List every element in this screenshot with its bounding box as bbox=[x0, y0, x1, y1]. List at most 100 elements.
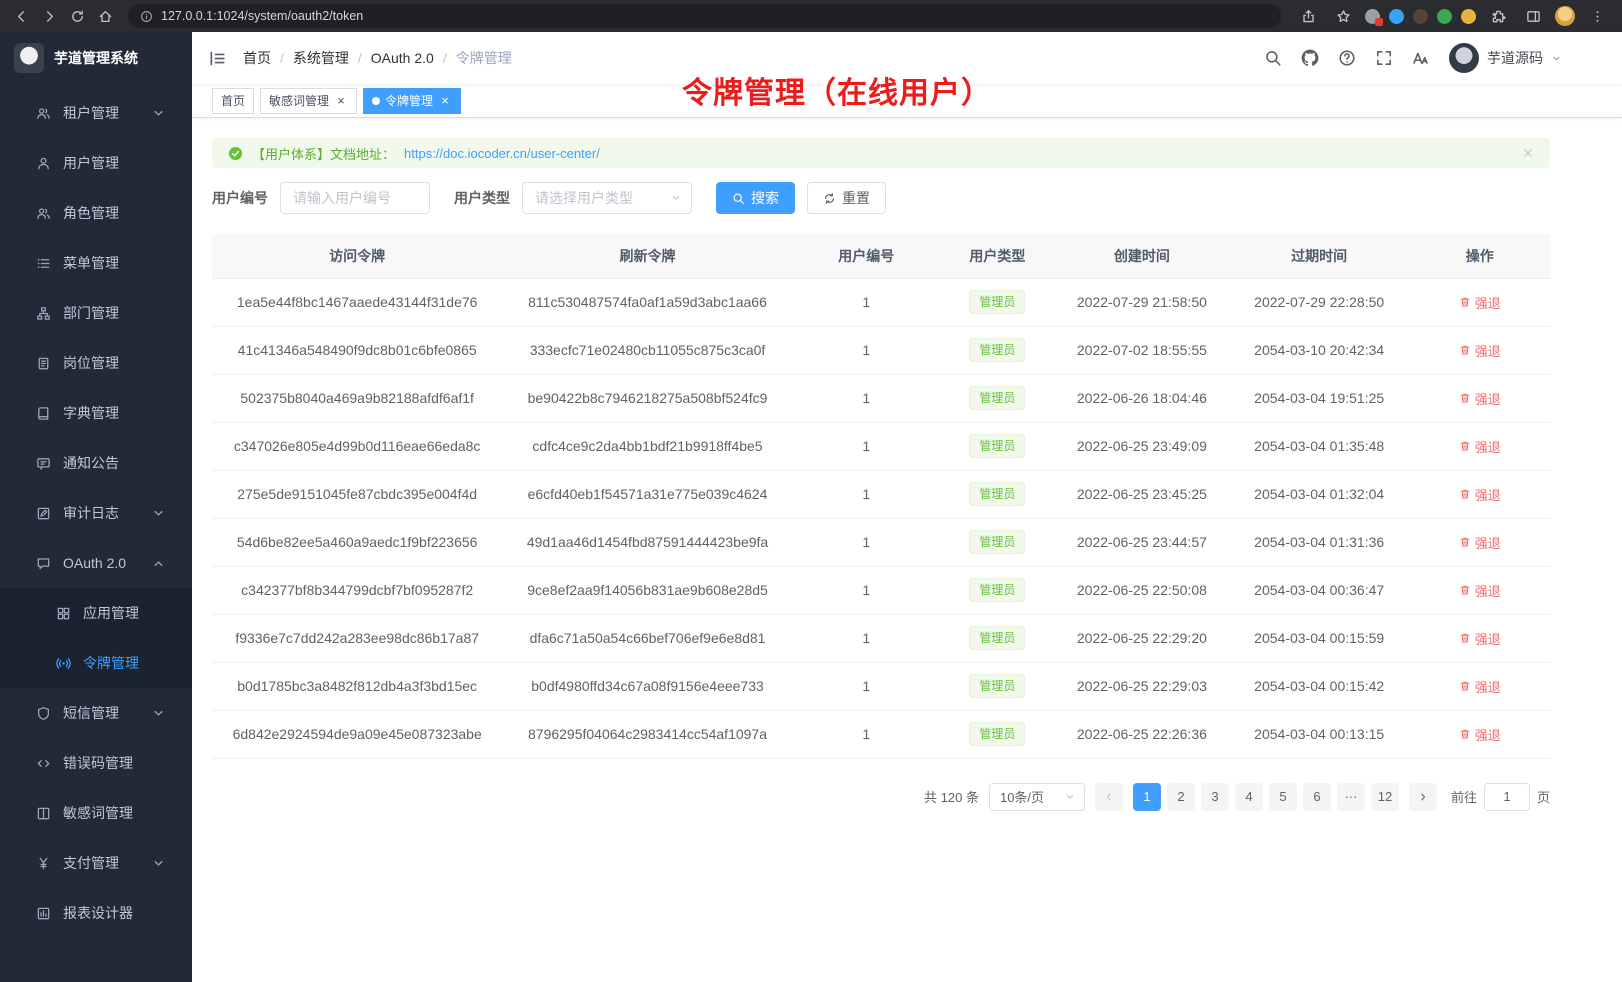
force-logout-button[interactable]: 强退 bbox=[1459, 677, 1501, 696]
sidebar-item-dept[interactable]: 部门管理 bbox=[0, 288, 192, 338]
fullscreen-icon[interactable] bbox=[1375, 49, 1393, 67]
sidebar-item-role[interactable]: 角色管理 bbox=[0, 188, 192, 238]
browser-back-button[interactable] bbox=[8, 3, 34, 29]
sidebar-toggle-icon[interactable] bbox=[208, 49, 227, 68]
extension-icon[interactable] bbox=[1437, 9, 1452, 24]
tab-label: 令牌管理 bbox=[385, 92, 433, 109]
github-icon[interactable] bbox=[1301, 49, 1319, 67]
page-content: 【用户体系】文档地址： https://doc.iocoder.cn/user-… bbox=[192, 118, 1622, 982]
sidebar-item-notice[interactable]: 通知公告 bbox=[0, 438, 192, 488]
browser-forward-button[interactable] bbox=[36, 3, 62, 29]
force-logout-button[interactable]: 强退 bbox=[1459, 389, 1501, 408]
sidebar-item-oauth2-app[interactable]: 应用管理 bbox=[0, 588, 192, 638]
back-arrow-icon bbox=[14, 9, 29, 24]
extension-icon[interactable] bbox=[1389, 9, 1404, 24]
site-info-icon[interactable] bbox=[140, 10, 153, 23]
sidebar-item-oauth2[interactable]: OAuth 2.0 bbox=[0, 538, 192, 588]
sidebar-item-pay[interactable]: 支付管理 bbox=[0, 838, 192, 888]
breadcrumb-item[interactable]: 系统管理 bbox=[293, 48, 349, 68]
force-logout-button[interactable]: 强退 bbox=[1459, 629, 1501, 648]
reset-button[interactable]: 重置 bbox=[807, 182, 886, 214]
page-button-5[interactable]: 5 bbox=[1269, 783, 1297, 811]
access-token-cell: 41c41346a548490f9dc8b01c6bfe0865 bbox=[212, 326, 502, 374]
force-logout-button[interactable]: 强退 bbox=[1459, 341, 1501, 360]
browser-profile-avatar[interactable] bbox=[1555, 6, 1575, 26]
user-id-input[interactable] bbox=[280, 182, 430, 214]
tab-token[interactable]: 令牌管理 × bbox=[363, 88, 461, 114]
force-logout-label: 强退 bbox=[1475, 437, 1501, 456]
sidebar-item-post[interactable]: 岗位管理 bbox=[0, 338, 192, 388]
page-button-3[interactable]: 3 bbox=[1201, 783, 1229, 811]
force-logout-button[interactable]: 强退 bbox=[1459, 533, 1501, 552]
force-logout-label: 强退 bbox=[1475, 725, 1501, 744]
page-button-4[interactable]: 4 bbox=[1235, 783, 1263, 811]
prev-page-button[interactable] bbox=[1095, 783, 1123, 811]
column-header: 用户类型 bbox=[940, 234, 1055, 278]
breadcrumb-item[interactable]: OAuth 2.0 bbox=[371, 50, 434, 66]
tab-close-icon[interactable]: × bbox=[334, 94, 348, 108]
sidebar-item-oauth2-token[interactable]: 令牌管理 bbox=[0, 638, 192, 688]
sidebar-item-report[interactable]: 报表设计器 bbox=[0, 888, 192, 938]
tree-icon bbox=[36, 306, 51, 321]
force-logout-button[interactable]: 强退 bbox=[1459, 485, 1501, 504]
sidebar-item-sensitive-word[interactable]: 敏感词管理 bbox=[0, 788, 192, 838]
alert-close-icon[interactable] bbox=[1522, 147, 1534, 159]
share-button[interactable] bbox=[1295, 3, 1321, 29]
search-button-label: 搜索 bbox=[751, 188, 779, 208]
page-button-6[interactable]: 6 bbox=[1303, 783, 1331, 811]
user-type-badge: 管理员 bbox=[969, 578, 1025, 602]
sidebar-item-sms[interactable]: 短信管理 bbox=[0, 688, 192, 738]
user-menu[interactable]: 芋道源码 bbox=[1449, 43, 1562, 73]
force-logout-label: 强退 bbox=[1475, 533, 1501, 552]
action-cell: 强退 bbox=[1409, 614, 1550, 662]
force-logout-button[interactable]: 强退 bbox=[1459, 725, 1501, 744]
expire-time-cell: 2054-03-04 19:51:25 bbox=[1229, 374, 1410, 422]
user-id-cell: 1 bbox=[793, 326, 940, 374]
extension-icon[interactable] bbox=[1461, 9, 1476, 24]
page-button-12[interactable]: 12 bbox=[1371, 783, 1399, 811]
browser-home-button[interactable] bbox=[92, 3, 118, 29]
help-icon[interactable] bbox=[1338, 49, 1356, 67]
sidebar-item-menu[interactable]: 菜单管理 bbox=[0, 238, 192, 288]
page-button-2[interactable]: 2 bbox=[1167, 783, 1195, 811]
breadcrumb-item[interactable]: 首页 bbox=[243, 48, 271, 68]
page-size-select[interactable]: 10条/页 bbox=[989, 783, 1085, 811]
side-panel-button[interactable] bbox=[1520, 3, 1546, 29]
force-logout-button[interactable]: 强退 bbox=[1459, 581, 1501, 600]
tab-close-icon[interactable]: × bbox=[438, 94, 452, 108]
create-time-cell: 2022-06-25 22:26:36 bbox=[1055, 710, 1229, 758]
force-logout-button[interactable]: 强退 bbox=[1459, 437, 1501, 456]
app-logo[interactable]: 芋道管理系统 bbox=[0, 32, 192, 84]
tab-sensitive-word[interactable]: 敏感词管理× bbox=[260, 88, 357, 114]
goto-page-input[interactable] bbox=[1484, 783, 1530, 811]
filter-form: 用户编号 用户类型 请选择用户类型 搜索 重置 bbox=[212, 182, 1550, 214]
tab-home[interactable]: 首页 bbox=[212, 88, 254, 114]
user-type-select[interactable]: 请选择用户类型 bbox=[522, 182, 692, 214]
browser-reload-button[interactable] bbox=[64, 3, 90, 29]
extension-icon[interactable] bbox=[1365, 9, 1380, 24]
force-logout-button[interactable]: 强退 bbox=[1459, 293, 1501, 312]
sidebar-item-user[interactable]: 用户管理 bbox=[0, 138, 192, 188]
table-header-row: 访问令牌刷新令牌用户编号用户类型创建时间过期时间操作 bbox=[212, 234, 1550, 278]
browser-menu-button[interactable] bbox=[1584, 3, 1610, 29]
next-page-button[interactable] bbox=[1409, 783, 1437, 811]
extensions-menu-button[interactable] bbox=[1485, 3, 1511, 29]
puzzle-icon bbox=[1491, 9, 1506, 24]
page-button-1[interactable]: 1 bbox=[1133, 783, 1161, 811]
search-button[interactable]: 搜索 bbox=[716, 182, 795, 214]
sidebar-item-audit-log[interactable]: 审计日志 bbox=[0, 488, 192, 538]
extension-icon[interactable] bbox=[1413, 9, 1428, 24]
browser-address-bar[interactable]: 127.0.0.1:1024/system/oauth2/token bbox=[128, 4, 1281, 28]
alert-doc-link[interactable]: https://doc.iocoder.cn/user-center/ bbox=[404, 146, 600, 161]
pager-ellipsis[interactable]: ··· bbox=[1337, 783, 1365, 811]
chevron-down-icon bbox=[1064, 791, 1076, 803]
user-type-cell: 管理员 bbox=[940, 470, 1055, 518]
column-header: 创建时间 bbox=[1055, 234, 1229, 278]
font-size-icon[interactable] bbox=[1412, 49, 1430, 67]
sidebar-item-tenant[interactable]: 租户管理 bbox=[0, 88, 192, 138]
bookmark-button[interactable] bbox=[1330, 3, 1356, 29]
sidebar-item-dict[interactable]: 字典管理 bbox=[0, 388, 192, 438]
search-icon[interactable] bbox=[1264, 49, 1282, 67]
sidebar-item-error-code[interactable]: 错误码管理 bbox=[0, 738, 192, 788]
action-cell: 强退 bbox=[1409, 326, 1550, 374]
